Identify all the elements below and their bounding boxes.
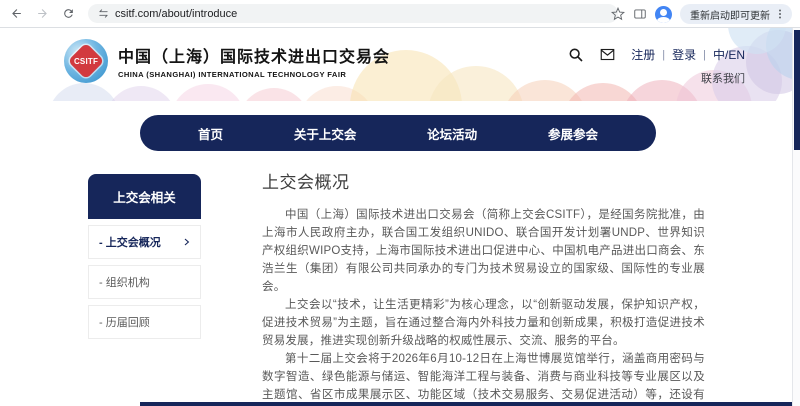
nav-item-home[interactable]: 首页 bbox=[198, 124, 223, 143]
decor-bubble bbox=[105, 86, 177, 101]
site-subtitle: CHINA (SHANGHAI) INTERNATIONAL TECHNOLOG… bbox=[118, 70, 390, 79]
mail-icon[interactable] bbox=[598, 47, 617, 62]
address-bar[interactable]: csitf.com/about/introduce bbox=[88, 4, 618, 23]
nav-item-exhibit[interactable]: 参展参会 bbox=[548, 124, 598, 143]
nav-item-about[interactable]: 关于上交会 bbox=[294, 124, 357, 143]
profile-avatar[interactable] bbox=[655, 6, 672, 23]
csitf-logo[interactable]: CSITF bbox=[64, 39, 108, 83]
browser-reload-icon[interactable] bbox=[58, 4, 78, 24]
decor-bubble bbox=[238, 88, 310, 101]
sidebar-item-history[interactable]: - 历届回顾 bbox=[88, 305, 201, 339]
separator: | bbox=[662, 49, 665, 61]
scrollbar-thumb[interactable] bbox=[794, 30, 800, 150]
site-info-icon[interactable] bbox=[98, 8, 109, 19]
overview-paragraph: 中国（上海）国际技术进出口交易会（简称上交会CSITF），是经国务院批准，由上海… bbox=[262, 206, 705, 296]
page: CSITF 中国（上海）国际技术进出口交易会 CHINA (SHANGHAI) … bbox=[0, 28, 800, 406]
site-title: 中国（上海）国际技术进出口交易会 bbox=[118, 43, 390, 67]
sidebar-item-overview[interactable]: - 上交会概况 bbox=[88, 225, 201, 259]
decor-bubble bbox=[170, 84, 246, 101]
site-header: CSITF 中国（上海）国际技术进出口交易会 CHINA (SHANGHAI) … bbox=[0, 28, 793, 101]
sidebar-item-organization[interactable]: - 组织机构 bbox=[88, 265, 201, 299]
main-nav: 首页 关于上交会 论坛活动 参展参会 bbox=[140, 115, 656, 151]
browser-forward-icon[interactable] bbox=[32, 4, 52, 24]
register-link[interactable]: 注册 bbox=[631, 46, 655, 63]
search-icon[interactable] bbox=[568, 47, 584, 63]
url-text: csitf.com/about/introduce bbox=[115, 8, 237, 20]
nav-item-forum[interactable]: 论坛活动 bbox=[427, 124, 477, 143]
contact-us-link[interactable]: 联系我们 bbox=[701, 70, 745, 86]
sidebar-item-label: - 历届回顾 bbox=[99, 314, 150, 330]
page-title: 上交会概况 bbox=[262, 168, 705, 193]
side-panel-icon[interactable] bbox=[633, 7, 647, 21]
update-label: 重新启动即可更新 bbox=[690, 7, 770, 22]
overview-paragraph: 上交会以“技术，让生活更精彩”为核心理念，以“创新驱动发展，保护知识产权，促进技… bbox=[262, 296, 705, 350]
login-link[interactable]: 登录 bbox=[672, 46, 696, 63]
menu-kebab-icon[interactable] bbox=[774, 8, 786, 20]
sidebar-title: 上交会相关 bbox=[88, 174, 201, 219]
next-section-edge bbox=[140, 402, 792, 406]
bookmark-star-icon[interactable] bbox=[611, 7, 625, 21]
main-content: 上交会概况 中国（上海）国际技术进出口交易会（简称上交会CSITF），是经国务院… bbox=[262, 168, 705, 406]
chrome-update-button[interactable]: 重新启动即可更新 bbox=[680, 4, 792, 24]
decor-bubble bbox=[48, 83, 120, 101]
sidebar: 上交会相关 - 上交会概况 - 组织机构 - 历届回顾 bbox=[88, 174, 201, 339]
sidebar-item-label: - 上交会概况 bbox=[99, 234, 161, 250]
language-switch[interactable]: 中/EN bbox=[713, 46, 745, 63]
overview-paragraph: 第十二届上交会将于2026年6月10-12日在上海世博展览馆举行，涵盖商用密码与… bbox=[262, 350, 705, 406]
sidebar-item-label: - 组织机构 bbox=[99, 274, 150, 290]
chevron-right-icon bbox=[182, 237, 191, 247]
page-scrollbar[interactable] bbox=[792, 28, 800, 406]
separator: | bbox=[703, 49, 706, 61]
logo-text: CSITF bbox=[64, 39, 108, 83]
browser-toolbar: csitf.com/about/introduce 重新启动即可更新 bbox=[0, 0, 800, 28]
browser-back-icon[interactable] bbox=[6, 4, 26, 24]
